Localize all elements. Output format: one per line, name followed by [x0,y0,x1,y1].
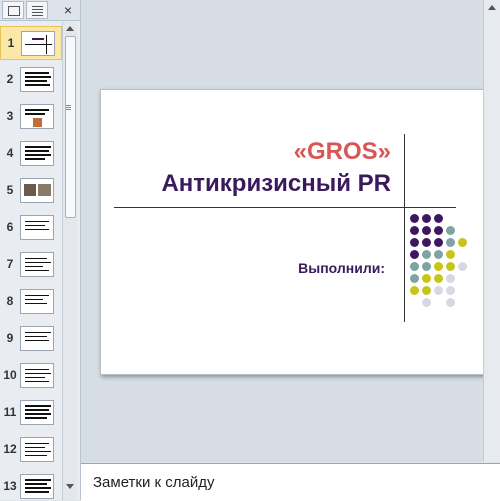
dot [446,262,455,271]
slide-number: 13 [3,479,17,493]
slide-number: 4 [6,146,14,160]
thumbnail-row[interactable]: 3 [0,100,62,134]
dot [434,226,443,235]
slide-thumbnail[interactable] [20,141,54,166]
thumbnail-scrollbar[interactable] [62,22,77,500]
dot [422,214,431,223]
slide-number: 8 [6,294,14,308]
slide-number: 3 [6,109,14,123]
slide-scrollbar[interactable] [483,0,500,462]
vertical-divider [404,134,405,322]
dot [446,238,455,247]
thumbnail-row[interactable]: 10 [0,359,62,393]
dot [434,238,443,247]
slides-panel: × 1 2 3 4 5 6 7 8 9 10 11 12 13 [0,0,81,500]
dot [410,262,419,271]
current-slide[interactable]: «GROS» Антикризисный PR Выполнили: [100,89,500,375]
authors-label[interactable]: Выполнили: [298,260,385,276]
dot [446,274,455,283]
thumbnail-row[interactable]: 8 [0,285,62,319]
dot [422,226,431,235]
dot [422,262,431,271]
thumbnail-row[interactable]: 9 [0,322,62,356]
scroll-down-icon[interactable] [66,484,74,489]
slide-title-gros[interactable]: «GROS» [294,138,391,166]
slide-number: 2 [6,72,14,86]
thumbnail-row[interactable]: 4 [0,137,62,171]
dot [422,286,431,295]
dot [446,226,455,235]
dot [458,238,467,247]
thumbnail-row[interactable]: 13 [0,470,62,500]
dot [446,298,455,307]
dot [410,250,419,259]
thumbnail-row[interactable]: 11 [0,396,62,430]
thumbnail-list: 1 2 3 4 5 6 7 8 9 10 11 12 13 [0,22,62,500]
slide-number: 5 [6,183,14,197]
slide-number: 7 [6,257,14,271]
slides-tab-icon [8,6,20,16]
thumbnail-row[interactable]: 6 [0,211,62,245]
dot [422,250,431,259]
notes-placeholder[interactable]: Заметки к слайду [93,474,215,491]
slide-number: 11 [3,405,17,419]
slide-thumbnail[interactable] [20,363,54,388]
dot [458,262,467,271]
slide-thumbnail[interactable] [20,400,54,425]
dot [434,286,443,295]
slide-thumbnail[interactable] [20,104,54,129]
thumbnail-row[interactable]: 1 [0,26,62,60]
thumbnail-row[interactable]: 2 [0,63,62,97]
dot [446,286,455,295]
slides-tab[interactable] [2,1,24,19]
dot [410,274,419,283]
dot [422,274,431,283]
thumbnail-row[interactable]: 5 [0,174,62,208]
dot [434,250,443,259]
slide-number: 6 [6,220,14,234]
slide-thumbnail[interactable] [20,215,54,240]
scroll-up-icon[interactable] [66,26,74,31]
panel-tabs: × [0,0,80,21]
outline-tab-icon [32,6,43,7]
scrollbar-thumb[interactable] [65,36,76,218]
thumbnail-row[interactable]: 7 [0,248,62,282]
slide-title-main[interactable]: Антикризисный PR [161,170,391,198]
dot [410,214,419,223]
dot [422,238,431,247]
close-panel-button[interactable]: × [60,2,76,18]
slide-number: 1 [7,36,15,50]
thumbnail-row[interactable]: 12 [0,433,62,467]
scrollbar-grip-icon [66,105,71,106]
dot [446,250,455,259]
slide-number: 12 [3,442,17,456]
slide-thumbnail[interactable] [20,326,54,351]
slide-thumbnail[interactable] [20,178,54,203]
notes-pane[interactable]: Заметки к слайду [81,463,500,501]
dot [434,262,443,271]
dot [410,238,419,247]
slide-thumbnail[interactable] [20,437,54,462]
slide-thumbnail[interactable] [20,474,54,499]
scroll-up-icon[interactable] [488,5,496,10]
dot [434,274,443,283]
slide-thumbnail[interactable] [20,252,54,277]
dot [410,286,419,295]
dot [422,298,431,307]
slide-number: 9 [6,331,14,345]
slide-thumbnail[interactable] [20,289,54,314]
slide-editor: «GROS» Антикризисный PR Выполнили: [81,0,500,462]
slide-thumbnail[interactable] [20,67,54,92]
dot [434,214,443,223]
slide-thumbnail[interactable] [21,31,55,56]
outline-tab[interactable] [26,1,48,19]
dot [410,226,419,235]
slide-number: 10 [3,368,17,382]
